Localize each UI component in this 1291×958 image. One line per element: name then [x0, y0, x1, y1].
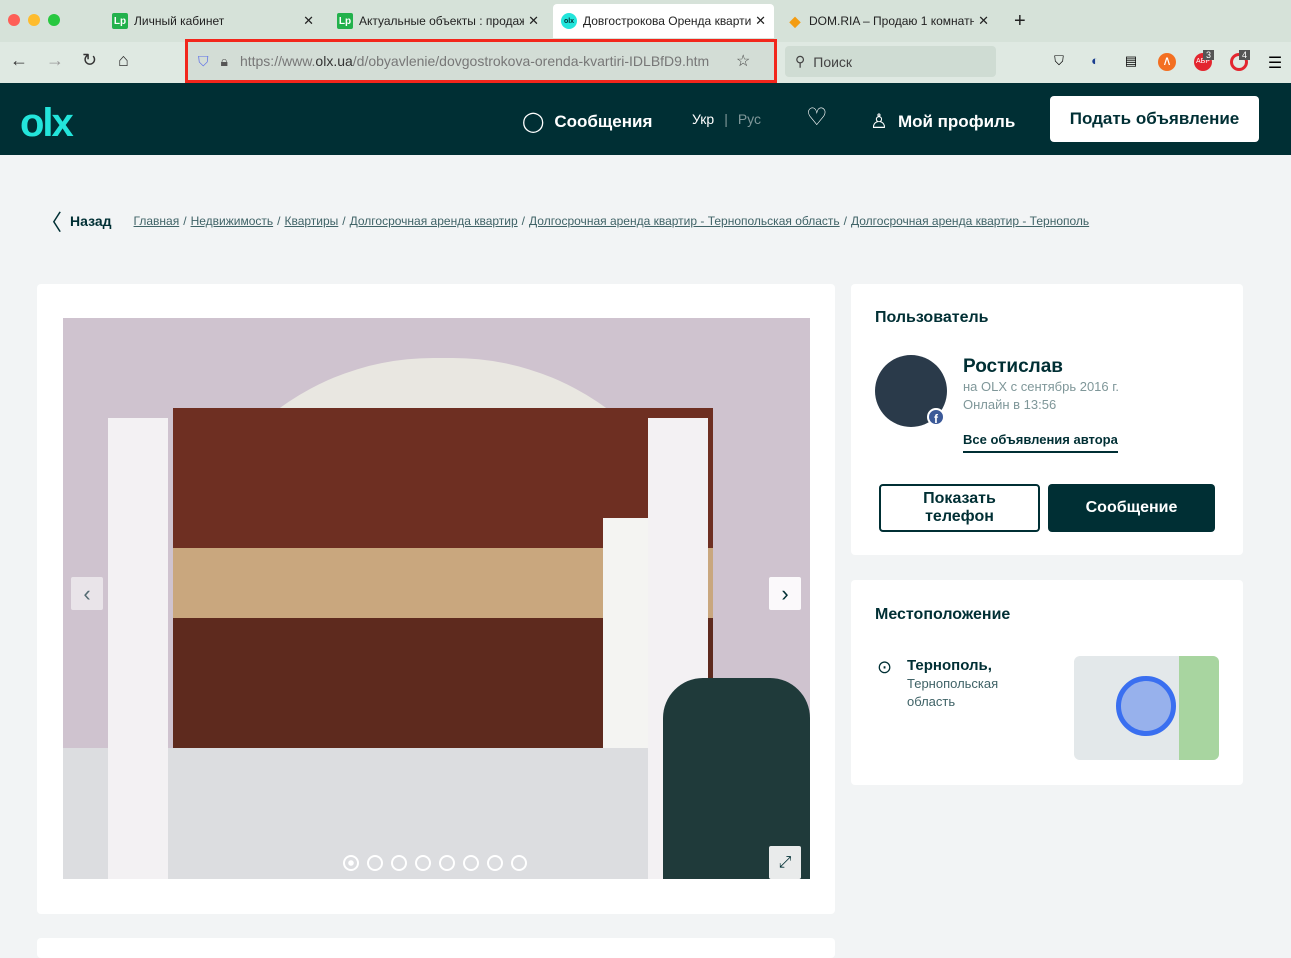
photo-dot[interactable] [487, 855, 503, 871]
new-tab-button[interactable]: + [1006, 4, 1034, 38]
bookmark-star-icon[interactable]: ☆ [736, 51, 750, 71]
lang-separator: | [724, 111, 728, 127]
photo-dot[interactable] [391, 855, 407, 871]
post-ad-button[interactable]: Подать объявление [1050, 96, 1259, 142]
my-profile-link[interactable]: ♙ Мой профиль [870, 109, 1015, 134]
location-card: Местоположение ⊙ Тернополь, Тернопольска… [851, 580, 1243, 785]
tab-aktualnye-obekty[interactable]: Lp Актуальные объекты : продажа ✕ [329, 4, 547, 38]
photo-dot[interactable] [511, 855, 527, 871]
user-name: Ростислав [963, 356, 1063, 377]
url-bar[interactable]: ⛉ 🔒︎ https://www.olx.ua/d/obyavlenie/dov… [185, 39, 777, 83]
tab-bar: Lp Личный кабинет ✕ Lp Актуальные объекты :… [0, 0, 1291, 42]
messages-link[interactable]: ◯ Сообщения [522, 109, 652, 134]
chat-bubble-icon: ◯ [522, 111, 545, 133]
message-button[interactable]: Сообщение [1048, 484, 1215, 532]
all-ads-link[interactable]: Все объявления автора [963, 432, 1118, 453]
extension-orange-icon[interactable]: ∧ [1158, 53, 1176, 71]
pocket-icon[interactable]: ⛉ [1050, 53, 1068, 71]
location-pin-icon: ⊙ [877, 657, 893, 677]
olx-logo[interactable]: olx [20, 101, 74, 146]
close-window-button[interactable] [8, 14, 20, 26]
lock-icon: 🔒︎ [220, 52, 228, 69]
site-header: olx ◯ Сообщения Укр | Рус ♡ ♙ Мой профиль По… [0, 83, 1291, 155]
user-section-title: Пользователь [875, 309, 989, 326]
lang-ukr[interactable]: Укр [692, 111, 714, 127]
dom-ria-favicon-icon: ◆ [789, 12, 801, 29]
member-since: на OLX с сентябрь 2016 г. [963, 379, 1120, 394]
tab-dom-ria[interactable]: ◆ DOM.RIA – Продаю 1 комнатну ✕ [779, 4, 997, 38]
listing-photo[interactable] [63, 318, 810, 879]
previous-photo-button[interactable]: ‹ [71, 577, 103, 610]
breadcrumb-item[interactable]: Недвижимость [191, 214, 274, 228]
reload-icon[interactable]: ↻ [82, 50, 97, 71]
next-photo-button[interactable]: › [769, 577, 801, 610]
forward-arrow-icon[interactable]: → [46, 50, 64, 71]
chevron-left-icon: 〈 [40, 210, 63, 235]
minimize-window-button[interactable] [28, 14, 40, 26]
extension-icon[interactable]: ◐ [1086, 53, 1104, 71]
location-map[interactable] [1074, 656, 1219, 760]
tab-lichny-kabinet[interactable]: Lp Личный кабинет ✕ [104, 4, 322, 38]
photo-dot[interactable] [367, 855, 383, 871]
favorites-heart-icon[interactable]: ♡ [806, 103, 828, 132]
photo-dot[interactable] [439, 855, 455, 871]
adblock-badge: 3 [1203, 50, 1215, 60]
user-icon: ♙ [870, 111, 888, 133]
breadcrumb: 〈 Назад Главная / Недвижимость / Квартиры / … [40, 205, 1093, 237]
home-icon[interactable]: ⌂ [118, 50, 129, 71]
close-tab-icon[interactable]: ✕ [303, 13, 314, 29]
close-tab-icon[interactable]: ✕ [755, 13, 766, 29]
breadcrumb-item[interactable]: Долгосрочная аренда квартир - Тернопольс… [529, 214, 840, 228]
fullscreen-expand-icon[interactable]: ⤢ [769, 846, 801, 879]
lang-rus[interactable]: Рус [738, 111, 761, 127]
description-card [37, 938, 835, 958]
show-phone-button[interactable]: Показать телефон [879, 484, 1040, 532]
last-online: Онлайн в 13:56 [963, 397, 1057, 412]
url-text: https://www.olx.ua/d/obyavlenie/dovgostr… [239, 53, 710, 69]
back-arrow-icon[interactable]: ← [10, 50, 28, 71]
tab-olx-active[interactable]: olx Довгострокова Оренда кварти ✕ [553, 4, 774, 38]
photo-dot[interactable] [415, 855, 431, 871]
reader-view-icon[interactable]: ▤ [1122, 53, 1140, 71]
location-region: Тернопольская область [907, 676, 999, 709]
back-link[interactable]: 〈 Назад [40, 205, 112, 237]
photo-dot[interactable] [343, 855, 359, 871]
photo-pagination [343, 855, 527, 871]
breadcrumb-item[interactable]: Долгосрочная аренда квартир - Тернополь [851, 214, 1089, 228]
search-input[interactable]: ⚲ Поиск [785, 46, 996, 77]
breadcrumb-item[interactable]: Главная [134, 214, 180, 228]
photo-dot[interactable] [463, 855, 479, 871]
location-city: Тернополь, [907, 657, 992, 674]
user-card: Пользователь f Ростислав на OLX с сентяб… [851, 284, 1243, 555]
breadcrumb-item[interactable]: Долгосрочная аренда квартир [350, 214, 518, 228]
shield-icon: ⛉ [198, 52, 209, 69]
close-tab-icon[interactable]: ✕ [528, 13, 539, 29]
close-tab-icon[interactable]: ✕ [978, 13, 989, 29]
location-section-title: Местоположение [875, 606, 1011, 623]
extension-badge: 4 [1239, 50, 1251, 60]
olx-favicon-icon: olx [561, 13, 577, 29]
breadcrumb-item[interactable]: Квартиры [284, 214, 338, 228]
search-icon: ⚲ [795, 53, 806, 69]
lp-favicon-icon: Lp [112, 13, 128, 29]
maximize-window-button[interactable] [48, 14, 60, 26]
menu-icon[interactable]: ☰ [1266, 53, 1284, 72]
facebook-icon: f [927, 408, 945, 426]
lp-favicon-icon: Lp [337, 13, 353, 29]
